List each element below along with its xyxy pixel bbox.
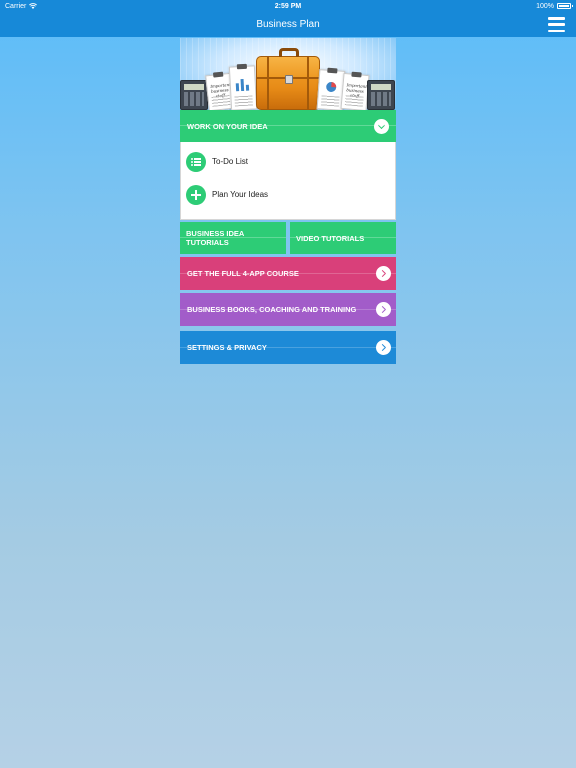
settings-privacy-label: SETTINGS & PRIVACY — [187, 343, 267, 352]
hero-banner-image: Important business stuff — [180, 38, 396, 110]
calculator-icon — [180, 80, 208, 110]
page-title: Business Plan — [256, 19, 320, 30]
full-course-button[interactable]: GET THE FULL 4-APP COURSE — [180, 257, 396, 290]
briefcase-icon — [256, 48, 320, 110]
battery-icon — [557, 3, 573, 9]
status-time: 2:59 PM — [274, 2, 302, 10]
work-on-idea-list: To-Do List Plan Your Ideas — [180, 142, 396, 220]
main-content: Important business stuff — [180, 38, 396, 364]
chevron-down-icon[interactable] — [374, 118, 389, 134]
tile-label: BUSINESS IDEA TUTORIALS — [186, 229, 245, 247]
battery-percent: 100% — [536, 2, 554, 10]
list-item-todo[interactable]: To-Do List — [181, 145, 395, 178]
pie-chart-icon — [326, 82, 337, 93]
settings-privacy-button[interactable]: SETTINGS & PRIVACY — [180, 331, 396, 364]
list-item-label: Plan Your Ideas — [212, 190, 269, 199]
wifi-icon — [29, 3, 38, 9]
nav-bar: Business Plan — [0, 12, 576, 37]
full-course-label: GET THE FULL 4-APP COURSE — [187, 269, 299, 278]
list-item-plan-ideas[interactable]: Plan Your Ideas — [181, 178, 395, 211]
chevron-right-icon — [376, 302, 391, 317]
list-item-label: To-Do List — [212, 157, 249, 166]
books-coaching-button[interactable]: BUSINESS BOOKS, COACHING AND TRAINING — [180, 293, 396, 326]
chevron-right-icon — [376, 266, 391, 281]
tutorial-tiles: BUSINESS IDEA TUTORIALS VIDEO TUTORIALS — [180, 222, 396, 254]
video-tutorials-button[interactable]: VIDEO TUTORIALS — [290, 222, 396, 254]
plus-icon — [186, 184, 206, 205]
tile-label: VIDEO TUTORIALS — [296, 233, 365, 243]
calculator-icon — [367, 80, 395, 110]
hamburger-menu-icon[interactable] — [548, 16, 565, 33]
document-image: Important business stuff — [340, 71, 370, 110]
business-idea-tutorials-button[interactable]: BUSINESS IDEA TUTORIALS — [180, 222, 286, 254]
bar-chart-icon — [235, 78, 250, 92]
work-on-idea-header[interactable]: WORK ON YOUR IDEA — [180, 110, 396, 142]
chart-document-image — [228, 63, 258, 110]
list-icon — [186, 151, 206, 172]
books-coaching-label: BUSINESS BOOKS, COACHING AND TRAINING — [187, 305, 357, 314]
work-on-idea-label: WORK ON YOUR IDEA — [187, 121, 268, 131]
carrier-label: Carrier — [5, 2, 27, 10]
status-bar: Carrier 2:59 PM 100% — [0, 0, 576, 12]
chevron-right-icon — [376, 340, 391, 355]
